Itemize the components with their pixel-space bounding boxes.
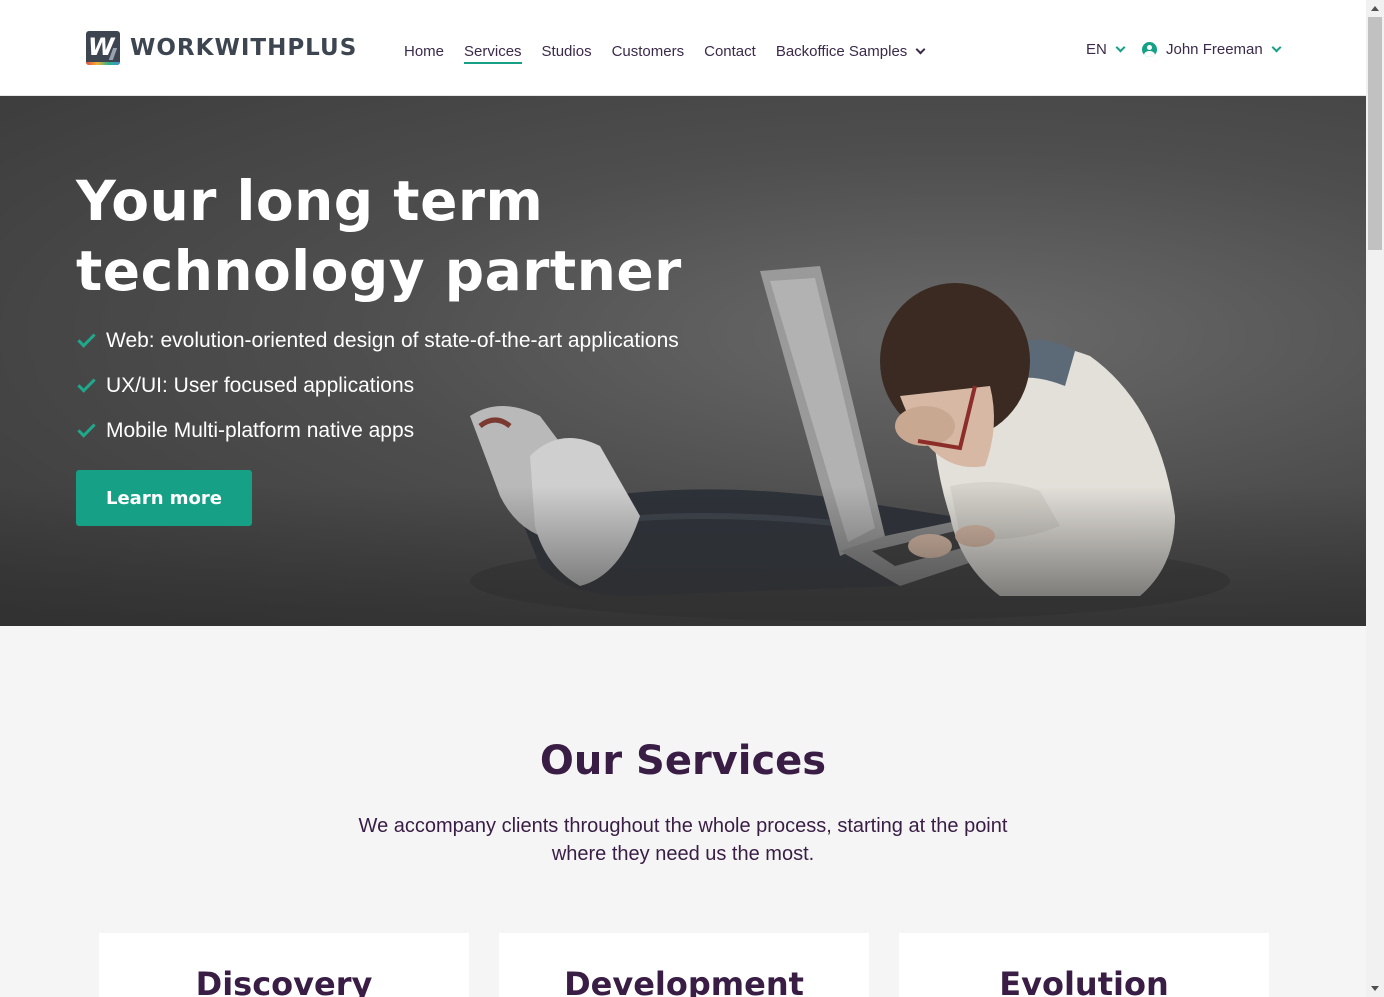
nav-item-contact[interactable]: Contact	[704, 38, 756, 64]
hero-bullet-text: UX/UI: User focused applications	[106, 373, 415, 397]
check-icon	[77, 328, 96, 348]
nav-item-studios[interactable]: Studios	[542, 38, 592, 64]
service-card-title: Discovery	[195, 965, 373, 997]
hero-bullet: UX/UI: User focused applications	[76, 363, 679, 408]
scrollbar-thumb[interactable]	[1368, 17, 1382, 250]
nav-item-backoffice-samples[interactable]: Backoffice Samples	[775, 38, 926, 64]
services-section: Our Services We accompany clients throug…	[0, 626, 1366, 997]
logo-mark-icon: W	[86, 31, 120, 65]
services-subtitle: We accompany clients throughout the whol…	[358, 815, 1008, 865]
hero-bullet-text: Web: evolution-oriented design of state-…	[106, 328, 679, 352]
hero-bullet-text: Mobile Multi-platform native apps	[106, 418, 415, 442]
nav-item-services[interactable]: Services	[464, 38, 522, 64]
service-card-development[interactable]: Development	[499, 933, 869, 997]
arrow-down-icon	[1371, 986, 1379, 991]
page-scrollbar[interactable]	[1366, 0, 1384, 997]
user-name: John Freeman	[1166, 40, 1263, 58]
service-card-title: Evolution	[999, 965, 1169, 997]
brand-name: WORKWITHPLUS	[130, 35, 358, 61]
service-card-evolution[interactable]: Evolution	[899, 933, 1269, 997]
nav-item-home[interactable]: Home	[404, 38, 444, 64]
hero-title-line-2: technology partner	[76, 239, 682, 303]
hero-section: Your long term technology partner Web: e…	[0, 96, 1366, 626]
language-selector[interactable]: EN	[1086, 39, 1126, 59]
check-icon	[77, 373, 96, 393]
chevron-down-icon	[1271, 42, 1282, 52]
arrow-up-icon	[1371, 6, 1379, 11]
brand-logo[interactable]: W WORKWITHPLUS	[86, 31, 357, 65]
hero-title: Your long term technology partner	[76, 166, 776, 306]
service-card-title: Development	[564, 965, 804, 997]
learn-more-button[interactable]: Learn more	[76, 470, 252, 526]
main-nav: Home Services Studios Customers Contact …	[404, 38, 926, 64]
site-header: W WORKWITHPLUS Home Services Studios Cus…	[0, 0, 1366, 96]
chevron-down-icon	[915, 44, 926, 54]
nav-item-customers[interactable]: Customers	[612, 38, 685, 64]
scroll-down-button[interactable]	[1366, 980, 1384, 997]
nav-item-backoffice-label: Backoffice Samples	[775, 42, 908, 60]
user-avatar-icon	[1142, 41, 1157, 57]
hero-bullet: Mobile Multi-platform native apps	[76, 408, 679, 453]
hero-bullet-list: Web: evolution-oriented design of state-…	[76, 318, 679, 453]
hero-title-line-1: Your long term	[76, 169, 544, 233]
check-icon	[77, 418, 96, 438]
language-label: EN	[1086, 40, 1107, 58]
hero-bullet: Web: evolution-oriented design of state-…	[76, 318, 679, 363]
services-title: Our Services	[539, 738, 827, 784]
chevron-down-icon	[1115, 42, 1126, 52]
service-card-discovery[interactable]: Discovery	[99, 933, 469, 997]
user-menu[interactable]: John Freeman	[1142, 39, 1282, 59]
scroll-up-button[interactable]	[1366, 0, 1384, 17]
